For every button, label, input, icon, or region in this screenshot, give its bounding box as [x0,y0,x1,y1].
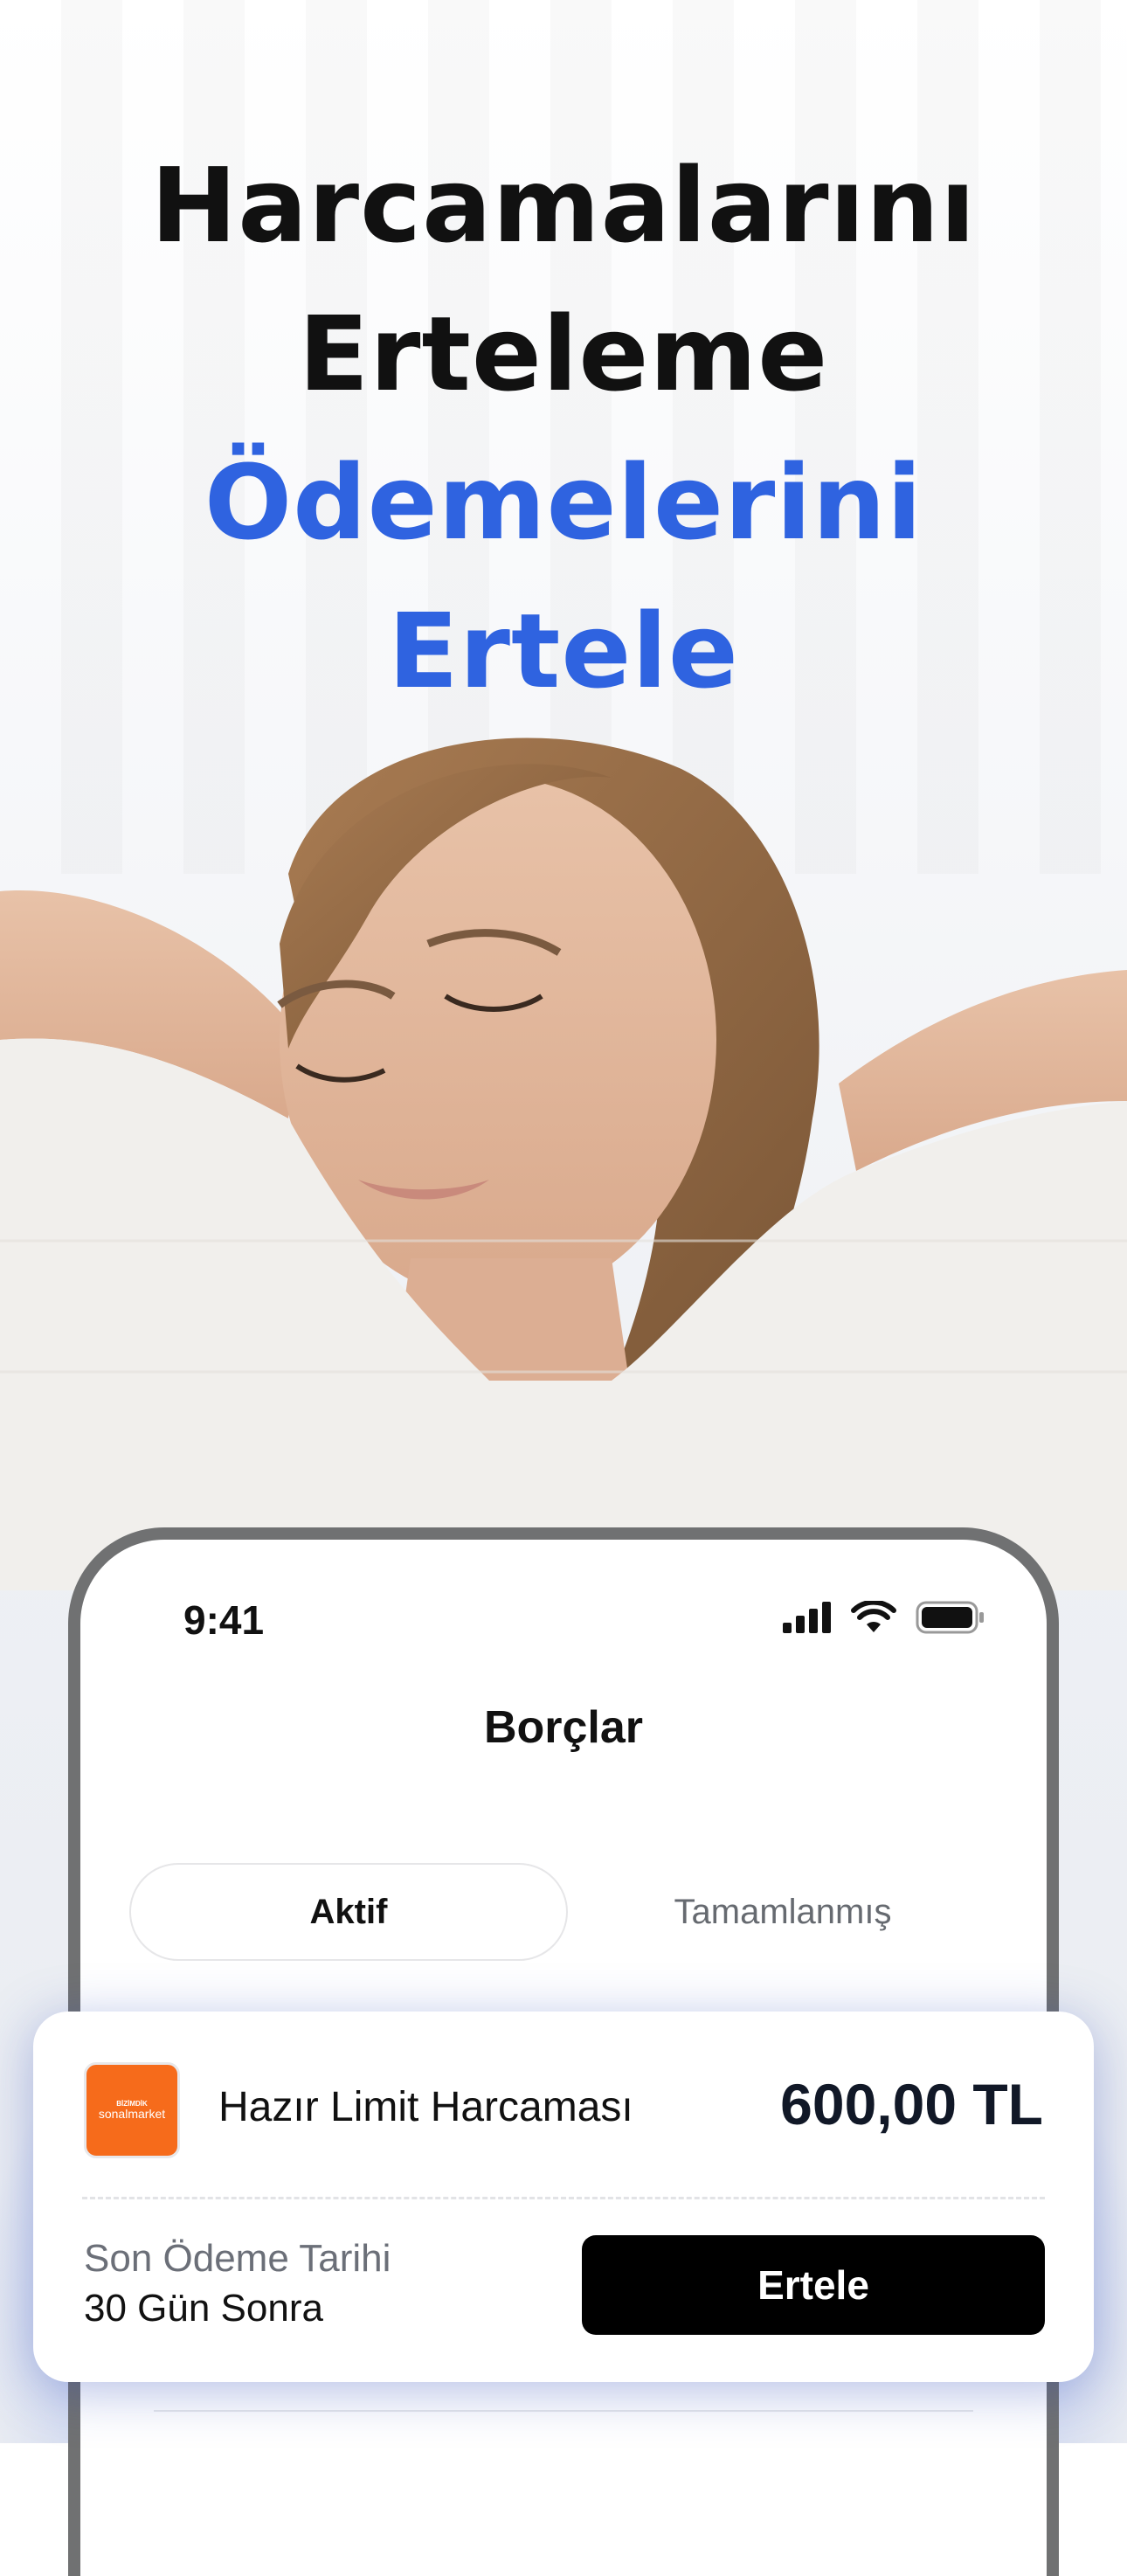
headline-line-1: Harcamalarını [150,145,977,266]
headline-line-2: Erteleme [298,294,829,414]
list-separator [154,2410,973,2412]
headline-line-3: Ödemelerini [204,442,923,563]
due-date-value: 30 Gün Sonra [84,2287,323,2330]
postpone-button[interactable]: Ertele [582,2235,1045,2335]
divider [82,2197,1045,2199]
status-icons [783,1601,985,1634]
headline: Harcamalarını Erteleme Ödemelerini Ertel… [0,131,1127,725]
debt-card[interactable]: BİZİMDİK sonalmarket Hazır Limit Harcama… [33,2012,1094,2382]
merchant-logo: BİZİMDİK sonalmarket [84,2062,180,2158]
tab-completed[interactable]: Tamamlanmış [568,1863,998,1961]
due-date-label: Son Ödeme Tarihi [84,2237,391,2280]
relaxing-woman-photo [0,737,1127,1590]
merchant-logo-line-2: sonalmarket [98,2107,166,2121]
tab-bar: Aktif Tamamlanmış [129,1863,998,1961]
debt-amount: 600,00 TL [780,2072,1043,2136]
debt-title: Hazır Limit Harcaması [218,2084,633,2130]
headline-line-4: Ertele [388,591,739,711]
cellular-signal-icon [783,1602,831,1633]
battery-icon [916,1601,984,1634]
status-time: 9:41 [183,1597,265,1643]
page-title: Borçlar [483,1702,644,1753]
wifi-icon [851,1601,896,1632]
tab-active[interactable]: Aktif [129,1863,568,1961]
